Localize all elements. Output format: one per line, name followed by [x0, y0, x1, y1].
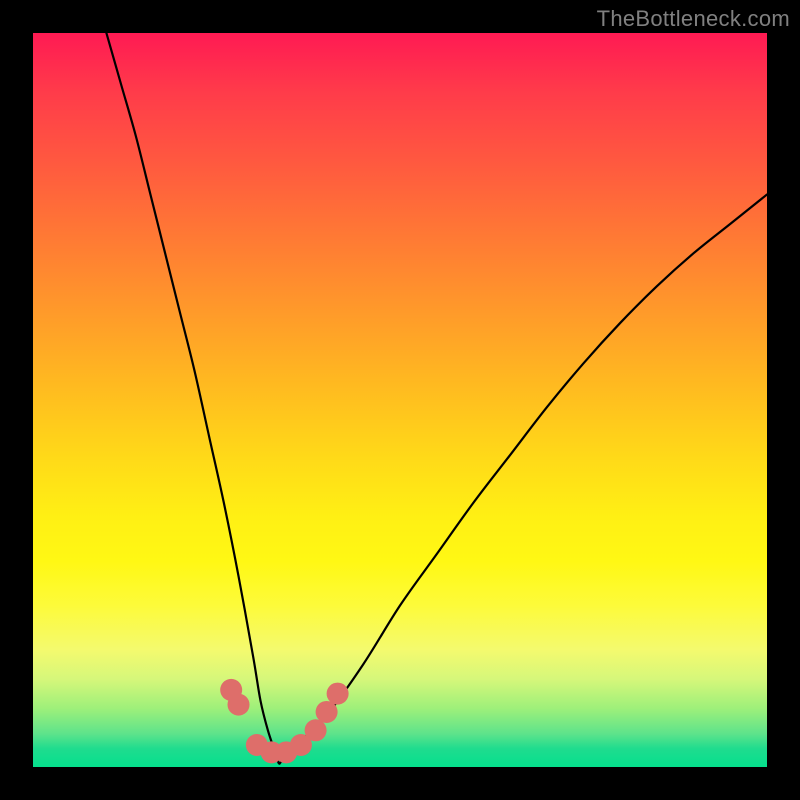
marker-dot — [228, 694, 250, 716]
watermark-text: TheBottleneck.com — [597, 6, 790, 32]
marker-dot — [316, 701, 338, 723]
flat-markers — [220, 679, 348, 763]
marker-dot — [305, 719, 327, 741]
plot-area — [33, 33, 767, 767]
chart-frame: TheBottleneck.com — [0, 0, 800, 800]
marker-dot — [327, 683, 349, 705]
valley-curve — [106, 33, 767, 764]
plot-svg — [33, 33, 767, 767]
